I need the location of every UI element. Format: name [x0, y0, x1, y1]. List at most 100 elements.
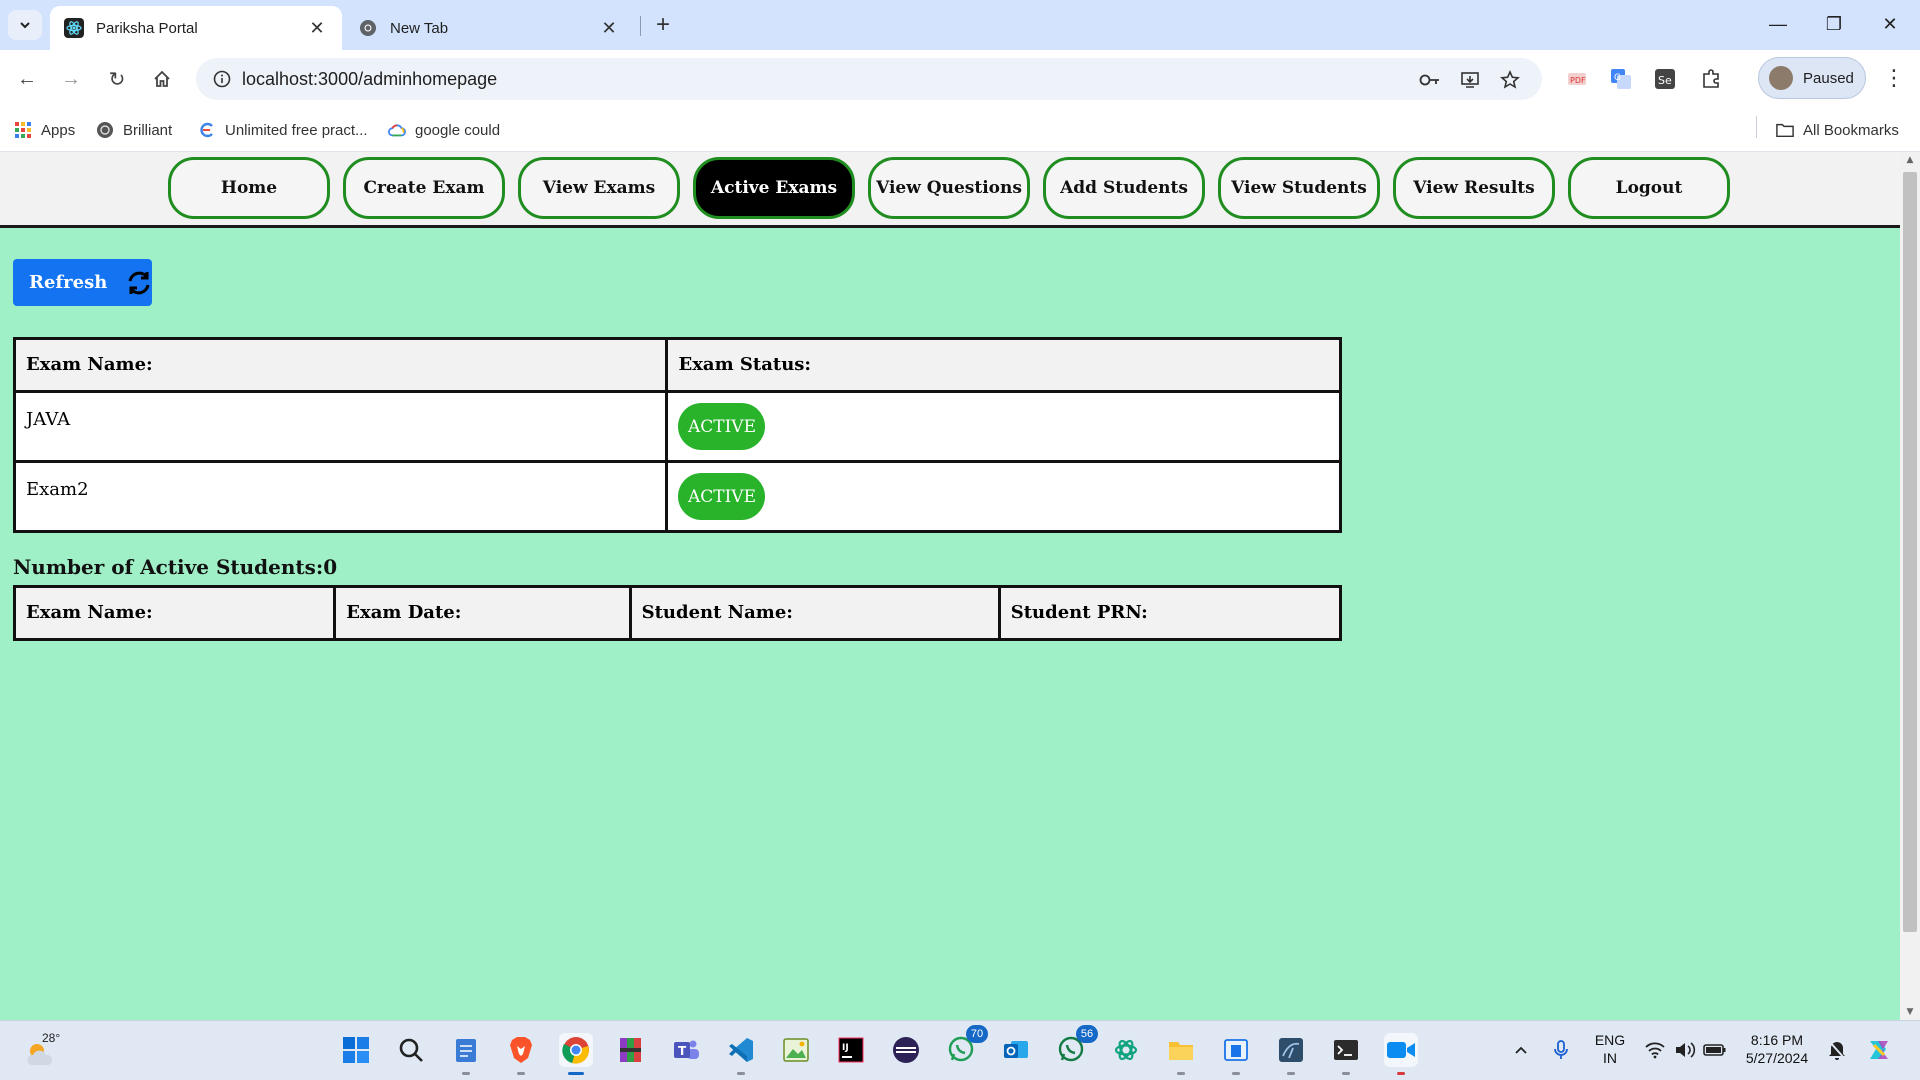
bookmark-star-icon[interactable]	[1498, 68, 1522, 92]
battery-icon[interactable]	[1698, 1033, 1732, 1067]
whatsapp-icon[interactable]: 70	[944, 1025, 988, 1067]
close-icon[interactable]: ✕	[598, 17, 620, 39]
copilot-icon[interactable]	[1862, 1033, 1896, 1067]
bookmark-apps[interactable]: Apps	[14, 118, 75, 142]
new-tab-button[interactable]: +	[648, 10, 678, 40]
notepad-icon[interactable]	[449, 1033, 483, 1075]
nav-view-questions-button[interactable]: View Questions	[868, 157, 1030, 219]
page-scrollbar[interactable]: ▲ ▼	[1900, 152, 1920, 1020]
mysql-workbench-icon[interactable]	[1274, 1033, 1308, 1075]
vscode-icon[interactable]	[724, 1033, 758, 1075]
notifications-bell-icon[interactable]	[1820, 1033, 1854, 1067]
nav-view-exams-button[interactable]: View Exams	[518, 157, 680, 219]
restore-button[interactable]: ❐	[1806, 0, 1862, 48]
apps-grid-icon	[14, 121, 32, 139]
intellij-icon[interactable]: IJ	[834, 1033, 868, 1067]
terminal-icon[interactable]	[1329, 1033, 1363, 1075]
bookmark-label: Apps	[41, 121, 76, 139]
file-explorer-icon[interactable]	[1164, 1033, 1198, 1075]
photo-app-icon[interactable]	[779, 1033, 813, 1067]
reload-icon[interactable]: ↻	[100, 62, 134, 96]
chatgpt-icon[interactable]	[1109, 1033, 1143, 1067]
brave-browser-icon[interactable]	[504, 1033, 538, 1075]
address-bar[interactable]: localhost:3000/adminhomepage	[196, 58, 1542, 100]
svg-text:T: T	[678, 1044, 687, 1058]
bookmark-label: All Bookmarks	[1803, 121, 1899, 139]
table-row: JAVA ACTIVE	[12, 390, 1342, 463]
start-icon[interactable]	[339, 1033, 373, 1067]
selenium-ide-icon[interactable]: Se	[1652, 66, 1678, 92]
pdf-extension-icon[interactable]: PDF	[1564, 66, 1590, 92]
running-indicator	[1232, 1072, 1240, 1075]
chrome-favicon-icon	[358, 18, 378, 38]
running-indicator	[462, 1072, 470, 1075]
nav-view-results-button[interactable]: View Results	[1393, 157, 1555, 219]
eclipse-icon[interactable]	[889, 1033, 923, 1067]
back-arrow-icon[interactable]: ←	[10, 62, 44, 96]
bookmarks-bar: Apps Brilliant Unlimited free pract... g…	[0, 108, 1920, 152]
nav-active-exams-button[interactable]: Active Exams	[693, 157, 855, 219]
winrar-icon[interactable]	[614, 1033, 648, 1067]
running-indicator	[737, 1072, 745, 1075]
column-header: Exam Date:	[333, 585, 632, 641]
bookmark-label: Brilliant	[123, 121, 173, 139]
all-bookmarks-button[interactable]: All Bookmarks	[1776, 118, 1899, 142]
clock[interactable]: 8:16 PM 5/27/2024	[1740, 1031, 1814, 1067]
refresh-button[interactable]: Refresh	[13, 259, 152, 306]
extensions-puzzle-icon[interactable]	[1698, 66, 1724, 92]
home-icon[interactable]	[145, 62, 179, 96]
show-hidden-icons-chevron-up-icon[interactable]	[1504, 1033, 1538, 1067]
chrome-taskbar-icon[interactable]	[559, 1033, 593, 1075]
nav-create-exam-button[interactable]: Create Exam	[343, 157, 505, 219]
volume-icon[interactable]	[1668, 1033, 1702, 1067]
whatsapp-business-icon[interactable]: 56	[1054, 1025, 1098, 1067]
table-header-row: Exam Name: Exam Status:	[12, 337, 1342, 393]
install-app-icon[interactable]	[1458, 68, 1482, 92]
tab-divider	[640, 16, 641, 36]
nav-view-students-button[interactable]: View Students	[1218, 157, 1380, 219]
wifi-icon[interactable]	[1638, 1033, 1672, 1067]
outlook-icon[interactable]	[999, 1033, 1033, 1067]
tab-search-button[interactable]	[8, 10, 42, 40]
status-badge: ACTIVE	[678, 403, 766, 450]
forward-arrow-icon[interactable]: →	[54, 62, 88, 96]
weather-widget[interactable]: 28°	[24, 1031, 64, 1071]
avatar	[1769, 66, 1793, 90]
nav-add-students-button[interactable]: Add Students	[1043, 157, 1205, 219]
browser-toolbar: ← → ↻ localhost:3000/adminhomepage PDF G…	[0, 50, 1920, 108]
bookmark-divider	[1756, 116, 1757, 138]
exam-name-cell: JAVA	[12, 390, 669, 463]
clock-date: 5/27/2024	[1745, 1050, 1809, 1066]
running-indicator	[1397, 1072, 1405, 1075]
bookmark-google-cloud[interactable]: google could	[388, 118, 500, 142]
search-icon[interactable]	[394, 1033, 428, 1067]
snipping-window-icon[interactable]	[1219, 1033, 1253, 1075]
teams-icon[interactable]: T	[669, 1033, 703, 1067]
bookmark-unlimited-practice[interactable]: Unlimited free pract...	[198, 118, 368, 142]
google-translate-icon[interactable]: G	[1608, 66, 1634, 92]
svg-text:G: G	[1614, 73, 1621, 83]
exam-status-cell: ACTIVE	[665, 390, 1342, 463]
password-key-icon[interactable]	[1418, 68, 1442, 92]
scroll-up-arrow-icon[interactable]: ▲	[1900, 152, 1920, 168]
site-info-icon[interactable]	[202, 70, 242, 88]
page-viewport: Home Create Exam View Exams Active Exams…	[0, 152, 1920, 1020]
scrollbar-thumb[interactable]	[1903, 172, 1917, 932]
microphone-icon[interactable]	[1544, 1033, 1578, 1067]
svg-text:IJ: IJ	[842, 1043, 849, 1053]
profile-button[interactable]: Paused	[1758, 57, 1866, 99]
tab-new-tab[interactable]: New Tab ✕	[344, 6, 634, 50]
tab-pariksha-portal[interactable]: Pariksha Portal ✕	[50, 6, 342, 50]
bookmark-brilliant[interactable]: Brilliant	[96, 118, 172, 142]
nav-home-button[interactable]: Home	[168, 157, 330, 219]
more-menu-icon[interactable]: ⋮	[1880, 64, 1908, 92]
minimize-button[interactable]: —	[1750, 0, 1806, 48]
refresh-label: Refresh	[29, 272, 108, 293]
nav-logout-button[interactable]: Logout	[1568, 157, 1730, 219]
language-indicator[interactable]: ENG IN	[1590, 1031, 1630, 1067]
scroll-down-arrow-icon[interactable]: ▼	[1900, 1004, 1920, 1020]
zoom-meetings-icon[interactable]	[1384, 1033, 1418, 1075]
refresh-icon	[125, 268, 153, 298]
window-close-button[interactable]: ✕	[1862, 0, 1918, 48]
close-icon[interactable]: ✕	[306, 17, 328, 39]
